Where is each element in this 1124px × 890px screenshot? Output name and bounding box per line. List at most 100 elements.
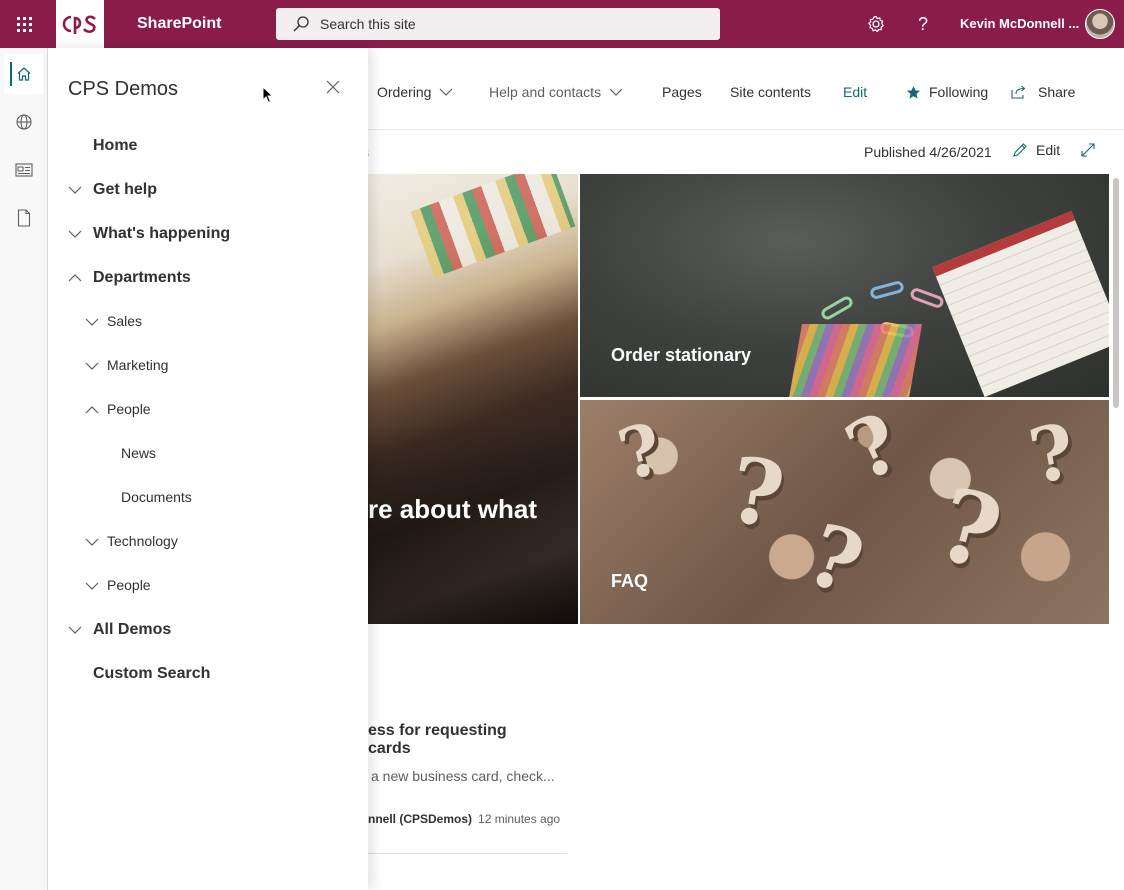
topnav-help-label: Help and contacts xyxy=(489,84,602,100)
nav-expand-toggle[interactable] xyxy=(85,315,99,329)
nav-item-people[interactable]: People xyxy=(107,401,151,417)
nav-expand-toggle[interactable] xyxy=(85,403,99,417)
nav-item-label: News xyxy=(121,445,157,461)
nav-item-label: People xyxy=(107,401,151,417)
nav-item-label: Marketing xyxy=(107,357,169,373)
avatar[interactable] xyxy=(1085,9,1115,39)
appbar-home-button[interactable] xyxy=(4,54,44,94)
news-title-line: ess for requesting xyxy=(368,722,507,739)
divider xyxy=(368,853,567,854)
page-edit-label: Edit xyxy=(1036,142,1061,158)
publish-row: Published 4/26/2021 Edit xyxy=(368,130,1124,174)
nav-item-label: All Demos xyxy=(93,621,172,638)
nav-item-departments[interactable]: Departments xyxy=(93,269,191,287)
search-icon xyxy=(293,16,309,32)
paperclip-image xyxy=(869,279,905,301)
hero-tile-faq[interactable]: ? ? ? ? ? ? FAQ xyxy=(580,400,1109,624)
nav-item-label: Departments xyxy=(93,269,191,286)
close-panel-button[interactable] xyxy=(324,78,342,98)
nav-expand-toggle[interactable] xyxy=(68,623,82,637)
scrollbar-thumb[interactable] xyxy=(1113,178,1119,408)
pencils-image xyxy=(787,324,923,397)
topnav-pages[interactable]: Pages xyxy=(662,84,702,100)
chevron-down-icon xyxy=(609,88,623,96)
cps-logo-icon xyxy=(62,15,96,34)
settings-button[interactable] xyxy=(864,12,888,36)
star-icon xyxy=(907,85,920,99)
hero-tile-order-stationary[interactable]: Order stationary xyxy=(580,174,1109,397)
nav-item-all-demos[interactable]: All Demos xyxy=(93,621,171,639)
chevron-down-icon xyxy=(68,626,82,634)
following-button[interactable]: Following xyxy=(906,84,988,100)
chevron-down-icon xyxy=(85,318,99,326)
published-date: Published 4/26/2021 xyxy=(864,144,992,160)
nav-item-people[interactable]: People xyxy=(107,577,151,593)
share-label: Share xyxy=(1038,84,1076,100)
page-edit-button[interactable]: Edit xyxy=(1012,142,1060,158)
question-icon: ? xyxy=(917,13,928,34)
user-name[interactable]: Kevin McDonnell ... xyxy=(960,16,1079,31)
tile-title-faq: FAQ xyxy=(611,571,649,591)
nav-item-label: Documents xyxy=(121,489,192,505)
paperclip-image xyxy=(908,286,946,310)
news-item-title[interactable]: ess for requesting cards xyxy=(368,722,568,758)
app-launcher-button[interactable] xyxy=(0,0,48,48)
nav-expand-toggle[interactable] xyxy=(68,183,82,197)
nav-item-news[interactable]: News xyxy=(121,445,156,461)
question-mark-image: ? xyxy=(832,400,915,500)
site-navigation-panel: CPS Demos Home Get help What's happening De… xyxy=(48,48,368,890)
close-icon xyxy=(326,80,340,94)
help-button[interactable]: ? xyxy=(911,12,935,36)
nav-item-technology[interactable]: Technology xyxy=(107,533,178,549)
nav-item-label: Get help xyxy=(93,181,158,198)
news-title-line: cards xyxy=(368,740,411,757)
nav-item-get-help[interactable]: Get help xyxy=(93,181,157,199)
site-logo[interactable] xyxy=(56,0,104,48)
news-time: 12 minutes ago xyxy=(478,812,561,826)
command-bar: Ordering Help and contacts Pages Site co… xyxy=(368,48,1124,130)
search-input[interactable]: Search this site xyxy=(276,8,720,40)
chevron-up-icon xyxy=(85,406,99,414)
topnav-ordering-label: Ordering xyxy=(377,84,432,100)
chevron-down-icon xyxy=(85,362,99,370)
topnav-site-contents[interactable]: Site contents xyxy=(730,84,811,100)
question-mark-image: ? xyxy=(609,406,672,497)
app-name[interactable]: SharePoint xyxy=(137,15,221,33)
document-icon xyxy=(17,209,31,227)
nav-expand-toggle[interactable] xyxy=(85,359,99,373)
expand-button[interactable] xyxy=(1080,142,1096,163)
topnav-edit-link[interactable]: Edit xyxy=(843,84,867,100)
nav-item-sales[interactable]: Sales xyxy=(107,313,142,329)
nav-item-marketing[interactable]: Marketing xyxy=(107,357,168,373)
nav-item-documents[interactable]: Documents xyxy=(121,489,192,505)
nav-item-label: Custom Search xyxy=(93,665,211,682)
news-item-meta: nnell (CPSDemos) 12 minutes ago xyxy=(368,812,560,826)
share-button[interactable]: Share xyxy=(1011,84,1075,100)
topnav-help-and-contacts[interactable]: Help and contacts xyxy=(489,84,623,100)
question-mark-image: ? xyxy=(721,436,792,550)
nav-expand-toggle[interactable] xyxy=(85,535,99,549)
appbar-news-button[interactable] xyxy=(4,150,44,190)
appbar-files-button[interactable] xyxy=(4,198,44,238)
question-mark-image: ? xyxy=(1022,406,1082,502)
news-author: nnell (CPSDemos) xyxy=(368,812,473,826)
nav-item-custom-search[interactable]: Custom Search xyxy=(93,665,210,683)
pencil-icon xyxy=(1013,143,1027,157)
nav-item-what-s-happening[interactable]: What's happening xyxy=(93,225,230,243)
chevron-down-icon xyxy=(68,230,82,238)
paperclip-image xyxy=(819,294,855,322)
question-mark-image: ? xyxy=(925,464,1013,594)
hero-tile-main[interactable] xyxy=(368,174,578,624)
appbar-sites-button[interactable] xyxy=(4,102,44,142)
nav-expand-toggle[interactable] xyxy=(85,579,99,593)
topnav-ordering[interactable]: Ordering xyxy=(377,84,453,100)
chevron-down-icon xyxy=(85,582,99,590)
waffle-icon xyxy=(16,16,32,32)
nav-item-label: Sales xyxy=(107,313,143,329)
expand-icon xyxy=(1081,143,1095,157)
nav-expand-toggle[interactable] xyxy=(68,227,82,241)
page-scrollbar[interactable] xyxy=(1112,174,1120,890)
nav-item-home[interactable]: Home xyxy=(93,137,137,155)
chevron-down-icon xyxy=(440,88,453,96)
nav-expand-toggle[interactable] xyxy=(68,271,82,285)
